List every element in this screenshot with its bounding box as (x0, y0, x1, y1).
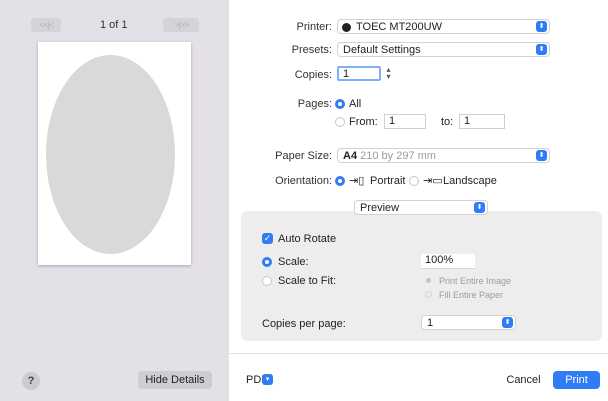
landscape-radio[interactable] (409, 176, 419, 186)
pages-range-radio[interactable] (335, 117, 345, 127)
page-indicator: 1 of 1 (100, 19, 128, 31)
preview-image (46, 55, 175, 254)
help-button[interactable]: ? (22, 372, 40, 390)
scale-radio[interactable] (262, 257, 272, 267)
paper-size-detail: 210 by 297 mm (360, 150, 436, 162)
presets-value: Default Settings (343, 44, 421, 56)
printer-status-icon (342, 23, 351, 32)
portrait-radio[interactable] (335, 176, 345, 186)
chevron-down-icon[interactable]: ▾ (262, 374, 273, 385)
pages-from-label: From: (349, 116, 378, 128)
cancel-button[interactable]: Cancel (501, 371, 546, 389)
print-entire-image-label: Print Entire Image (439, 276, 512, 286)
scale-input[interactable]: 100% (421, 254, 475, 269)
fill-entire-paper-label: Fill Entire Paper (439, 290, 504, 300)
landscape-label: Landscape (443, 175, 497, 187)
print-entire-image-radio[interactable] (426, 278, 431, 283)
pages-to-input[interactable]: 1 (459, 114, 505, 129)
copies-input[interactable]: 1 (337, 66, 381, 81)
copies-per-page-value: 1 (427, 317, 434, 329)
scale-to-fit-radio[interactable] (262, 276, 272, 286)
paper-size-select[interactable]: A4 210 by 297 mm ⬍ (337, 148, 550, 163)
pages-label: Pages: (297, 98, 332, 110)
landscape-icon: ⇥▭ (423, 175, 443, 187)
paper-size-value: A4 (343, 150, 358, 162)
auto-rotate-label: Auto Rotate (278, 233, 337, 245)
paper-size-label: Paper Size: (275, 150, 332, 162)
print-button[interactable]: Print (553, 371, 600, 389)
hide-details-button[interactable]: Hide Details (138, 371, 212, 389)
orientation-label: Orientation: (275, 175, 332, 187)
pages-from-input[interactable]: 1 (384, 114, 426, 129)
chevron-updown-icon: ⬍ (474, 202, 485, 213)
page-preview (38, 42, 191, 265)
portrait-icon: ⇥▯ (349, 175, 365, 187)
copies-label: Copies: (294, 69, 332, 81)
chevron-updown-icon: ⬍ (536, 44, 547, 55)
section-select[interactable]: Preview ⬍ (354, 200, 488, 215)
first-page-button[interactable]: <<|< (31, 18, 61, 32)
printer-label: Printer: (296, 21, 332, 33)
presets-select[interactable]: Default Settings ⬍ (337, 42, 550, 57)
section-select-value: Preview (360, 202, 400, 214)
printer-select[interactable]: TOEC MT200UW ⬍ (337, 19, 550, 34)
footer-divider (229, 353, 608, 354)
auto-rotate-checkbox[interactable]: ✓ (262, 233, 273, 244)
chevron-updown-icon: ⬍ (502, 317, 513, 328)
chevron-updown-icon: ⬍ (536, 21, 547, 32)
next-page-button[interactable]: >|>> (163, 18, 199, 32)
pages-all-label: All (349, 98, 362, 110)
copies-stepper[interactable]: ▴ ▾ (384, 66, 393, 81)
pages-all-radio[interactable] (335, 99, 345, 109)
scale-to-fit-label: Scale to Fit: (278, 275, 337, 287)
portrait-label: Portrait (370, 175, 406, 187)
fill-entire-paper-radio[interactable] (425, 291, 432, 298)
presets-label: Presets: (291, 44, 332, 56)
copies-per-page-select[interactable]: 1 ⬍ (421, 315, 516, 330)
copies-per-page-label: Copies per page: (262, 318, 346, 330)
chevron-updown-icon: ⬍ (536, 150, 547, 161)
scale-label: Scale: (278, 256, 309, 268)
printer-value: TOEC MT200UW (356, 21, 442, 33)
pages-to-label: to: (441, 116, 454, 128)
